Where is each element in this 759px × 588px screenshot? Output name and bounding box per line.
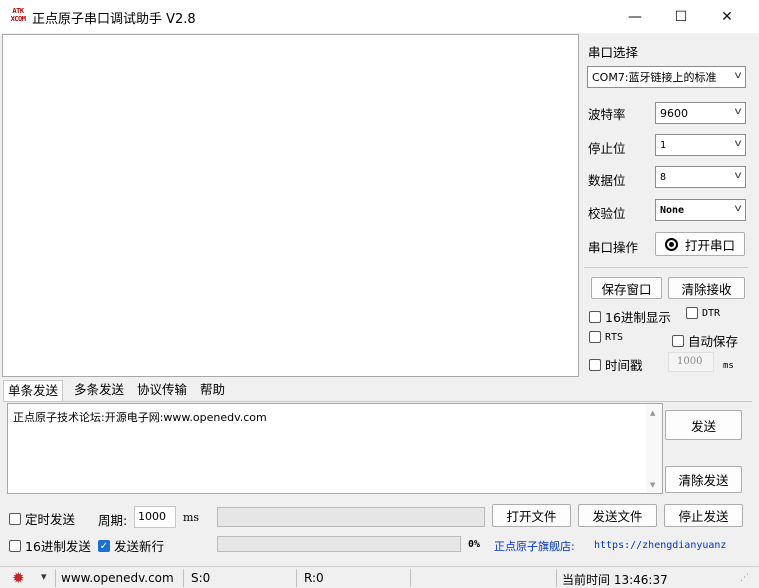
hex-send-label: 16进制发送: [25, 539, 91, 554]
chevron-down-icon: v: [734, 203, 742, 214]
send-newline-label: 发送新行: [114, 539, 165, 554]
chevron-down-icon: v: [734, 138, 742, 149]
timed-send-label: 定时发送: [25, 512, 76, 527]
clear-receive-button[interactable]: 清除接收: [668, 277, 745, 299]
timestamp-unit: ms: [723, 361, 734, 371]
app-logo-icon: ATK XCOM: [10, 7, 26, 23]
auto-save-checkbox[interactable]: 自动保存: [672, 331, 738, 350]
baud-label: 波特率: [588, 107, 626, 122]
divider: [55, 569, 56, 587]
timed-send-bar: [217, 507, 485, 527]
rts-label: RTS: [605, 331, 624, 343]
open-port-label: 打开串口: [684, 237, 735, 253]
timestamp-interval-input[interactable]: 1000: [668, 352, 714, 372]
checkbox-icon: [9, 539, 21, 552]
shop-label: 正点原子旗舰店:: [494, 540, 575, 553]
app-window: ATK XCOM 正点原子串口调试助手 V2.8 — ☐ ✕ 串口选择 COM7:…: [0, 0, 759, 588]
divider: [410, 569, 411, 587]
chevron-down-icon: v: [734, 106, 742, 117]
period-label: 周期:: [98, 513, 128, 528]
tab-single-send[interactable]: 单条发送: [3, 380, 64, 402]
tab-multi-send[interactable]: 多条发送: [70, 380, 128, 400]
checkbox-icon: [9, 512, 21, 525]
open-file-button[interactable]: 打开文件: [492, 504, 571, 527]
resize-grip-icon[interactable]: ⋰: [740, 573, 749, 583]
stop-bits-value: 1: [660, 139, 667, 151]
port-label: 串口选择: [588, 45, 639, 60]
hex-display-checkbox[interactable]: 16进制显示: [589, 307, 671, 326]
dtr-checkbox[interactable]: DTR: [686, 307, 720, 319]
scroll-down-icon[interactable]: ▼: [650, 481, 655, 489]
port-operation-label: 串口操作: [588, 240, 639, 255]
progress-percent: 0%: [468, 539, 481, 550]
gear-icon[interactable]: ✹: [12, 569, 25, 587]
divider: [584, 267, 748, 268]
send-button[interactable]: 发送: [665, 410, 742, 440]
send-textarea[interactable]: 正点原子技术论坛:开源电子网:www.openedv.com ▲ ▼: [7, 403, 663, 494]
current-time: 当前时间 13:46:37: [562, 573, 668, 587]
send-newline-checkbox[interactable]: ✓ 发送新行: [98, 536, 164, 555]
divider: [296, 569, 297, 587]
send-text: 正点原子技术论坛:开源电子网:www.openedv.com: [13, 411, 267, 424]
receive-textarea[interactable]: [2, 34, 579, 377]
period-input[interactable]: 1000: [134, 506, 176, 528]
tab-divider: [3, 401, 752, 402]
port-status-icon: [664, 237, 678, 251]
period-unit: ms: [183, 511, 200, 524]
send-scrollbar[interactable]: ▲ ▼: [646, 404, 662, 493]
close-button[interactable]: ✕: [704, 0, 750, 33]
checkbox-icon: [686, 307, 698, 319]
timed-send-checkbox[interactable]: 定时发送: [9, 509, 75, 528]
open-port-button[interactable]: 打开串口: [655, 232, 745, 256]
scroll-up-icon[interactable]: ▲: [650, 409, 655, 417]
parity-select[interactable]: None v: [655, 199, 746, 221]
port-value: COM7:蓝牙链接上的标准: [592, 71, 717, 84]
window-title: 正点原子串口调试助手 V2.8: [32, 12, 196, 27]
status-bar: ✹ ▾ www.openedv.com S:0 R:0 当前时间 13:46:3…: [0, 566, 759, 588]
title-bar: ATK XCOM 正点原子串口调试助手 V2.8 — ☐ ✕: [0, 0, 759, 33]
timestamp-checkbox[interactable]: 时间戳: [589, 355, 643, 374]
send-file-button[interactable]: 发送文件: [578, 504, 657, 527]
shop-link[interactable]: https://zhengdianyuanz: [594, 540, 746, 551]
stop-bits-select[interactable]: 1 v: [655, 134, 746, 156]
tab-protocol[interactable]: 协议传输: [133, 380, 191, 400]
hex-send-checkbox[interactable]: 16进制发送: [9, 536, 91, 555]
tab-help[interactable]: 帮助: [196, 380, 229, 400]
auto-save-label: 自动保存: [688, 334, 739, 349]
chevron-down-icon: v: [734, 170, 742, 181]
chevron-down-icon: v: [734, 70, 742, 81]
checkbox-icon: [672, 334, 684, 347]
divider: [556, 569, 557, 587]
stop-bits-label: 停止位: [588, 141, 626, 156]
sent-count: S:0: [191, 571, 211, 585]
parity-label: 校验位: [588, 206, 626, 221]
checkbox-icon: [589, 358, 601, 371]
send-progress-bar: [217, 536, 461, 552]
baud-select[interactable]: 9600 v: [655, 102, 746, 124]
clear-send-button[interactable]: 清除发送: [665, 466, 742, 493]
timestamp-label: 时间戳: [605, 358, 643, 373]
rts-checkbox[interactable]: RTS: [589, 331, 623, 343]
data-bits-value: 8: [660, 171, 667, 183]
hex-display-label: 16进制显示: [605, 310, 671, 325]
website-link[interactable]: www.openedv.com: [61, 571, 174, 585]
stop-send-button[interactable]: 停止发送: [664, 504, 743, 527]
parity-value: None: [660, 204, 685, 216]
data-bits-label: 数据位: [588, 173, 626, 188]
baud-value: 9600: [660, 106, 688, 120]
received-count: R:0: [304, 571, 324, 585]
dtr-label: DTR: [702, 307, 721, 319]
port-select[interactable]: COM7:蓝牙链接上的标准 v: [587, 66, 746, 88]
data-bits-select[interactable]: 8 v: [655, 166, 746, 188]
menu-dropdown-icon[interactable]: ▾: [41, 570, 47, 583]
divider: [183, 569, 184, 587]
save-window-button[interactable]: 保存窗口: [591, 277, 662, 299]
checkbox-icon: [589, 331, 601, 343]
maximize-button[interactable]: ☐: [658, 0, 704, 33]
checkbox-icon: [589, 310, 601, 323]
minimize-button[interactable]: —: [612, 0, 658, 33]
checkmark-icon: ✓: [98, 539, 110, 552]
